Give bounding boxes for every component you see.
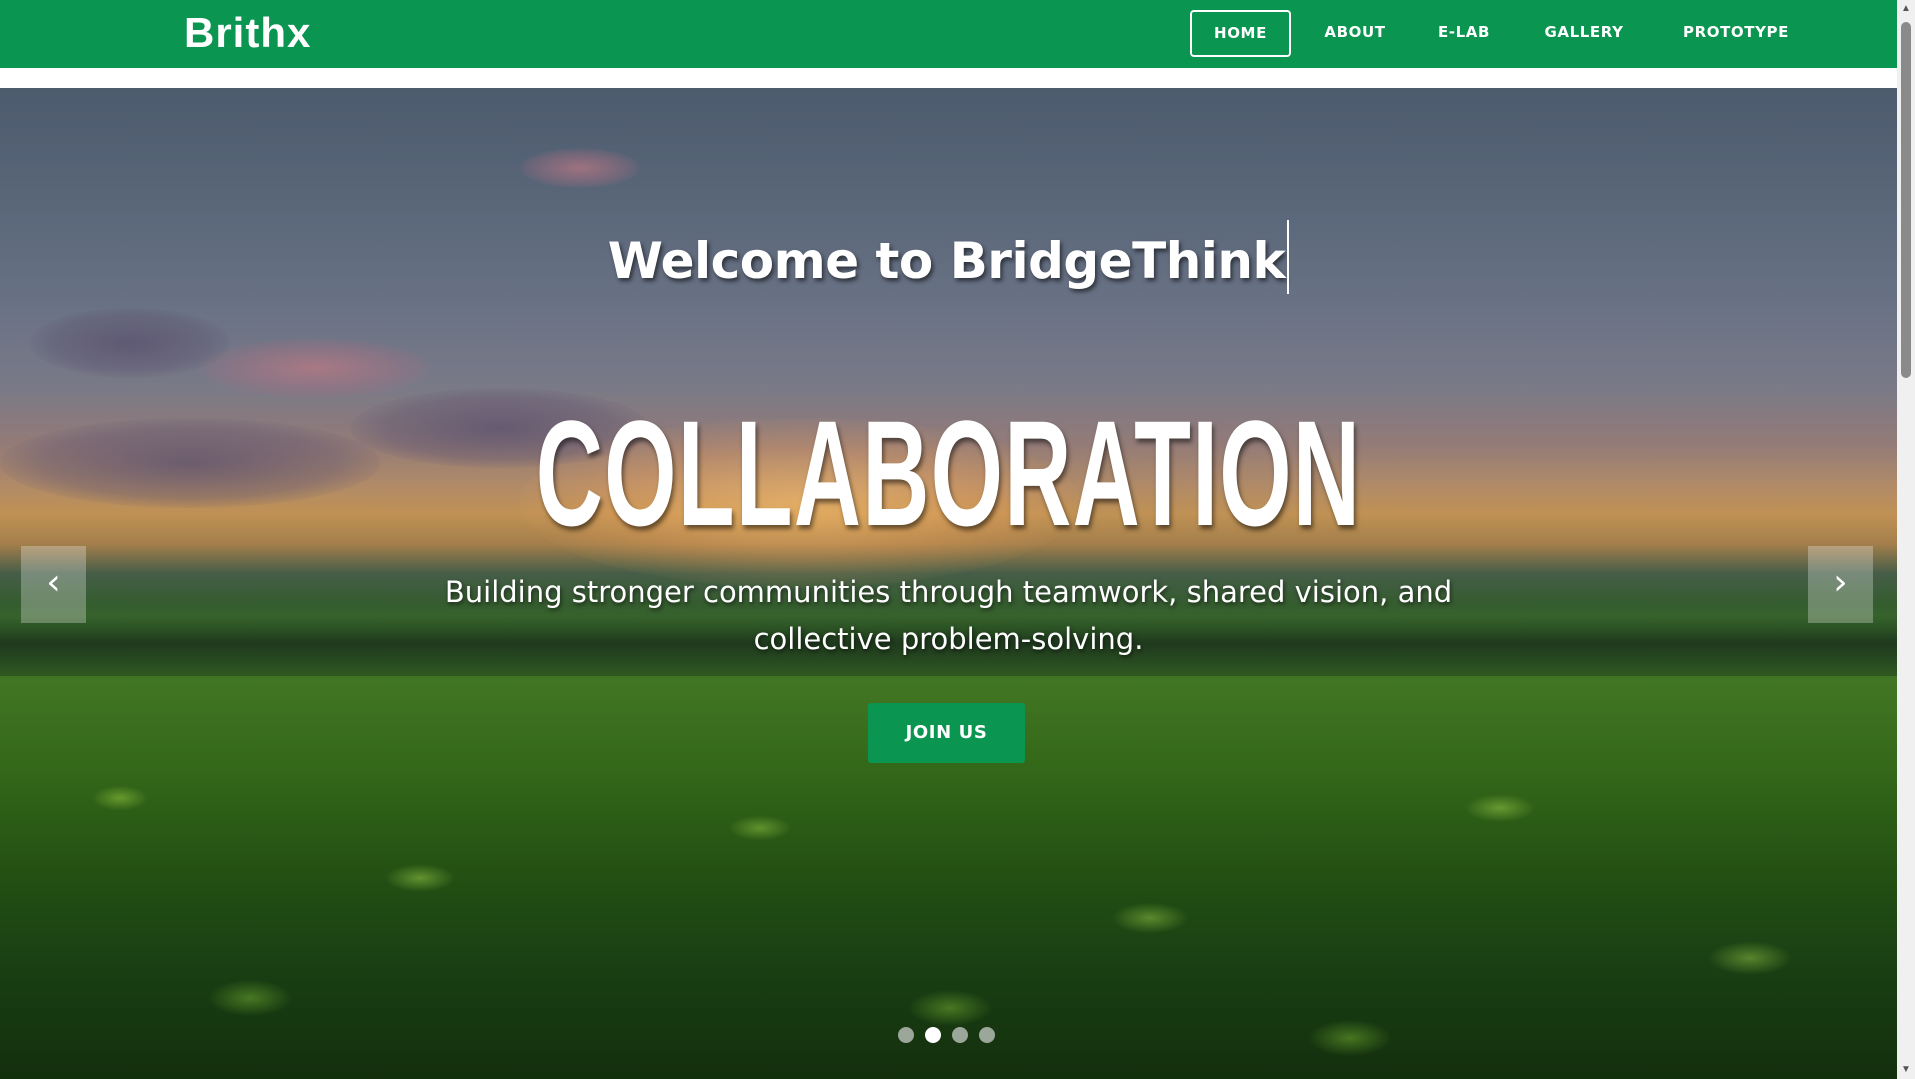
carousel-dot-4[interactable] [979,1027,995,1043]
nav-item-gallery[interactable]: GALLERY [1537,10,1631,57]
hero-greeting-text: Welcome to BridgeThink [607,232,1286,290]
hero-heading: COLLABORATION [535,389,1362,557]
top-navbar: Brithx HOME ABOUT E-LAB GALLERY PROTOTYP… [0,0,1897,68]
nav-item-about[interactable]: ABOUT [1310,10,1400,57]
typing-caret [1287,220,1290,294]
nav-menu: HOME ABOUT E-LAB GALLERY PROTOTYPE [0,10,1897,57]
navbar-divider [0,68,1897,88]
scrollbar-thumb[interactable] [1901,22,1911,378]
carousel-dot-3[interactable] [952,1027,968,1043]
carousel-dot-2[interactable] [925,1027,941,1043]
carousel-next-button[interactable]: › [1808,546,1873,623]
carousel-dot-1[interactable] [898,1027,914,1043]
scroll-down-icon[interactable]: ▼ [1897,1061,1915,1079]
page-scrollbar[interactable]: ▲ ▼ [1897,0,1915,1079]
join-us-button[interactable]: JOIN US [868,703,1025,763]
chevron-left-icon: ‹ [46,562,61,603]
hero-description: Building stronger communities through te… [444,575,1453,656]
cloud [0,418,380,508]
hero-greeting: Welcome to BridgeThink [0,220,1897,294]
scroll-up-icon[interactable]: ▲ [1897,0,1915,18]
chevron-right-icon: › [1833,562,1848,603]
hero-carousel: Welcome to BridgeThink COLLABORATION Bui… [0,88,1897,1079]
nav-item-home[interactable]: HOME [1190,10,1291,57]
carousel-prev-button[interactable]: ‹ [21,546,86,623]
nav-item-prototype[interactable]: PROTOTYPE [1672,10,1800,57]
cloud [520,148,640,188]
nav-item-e-lab[interactable]: E-LAB [1428,10,1500,57]
